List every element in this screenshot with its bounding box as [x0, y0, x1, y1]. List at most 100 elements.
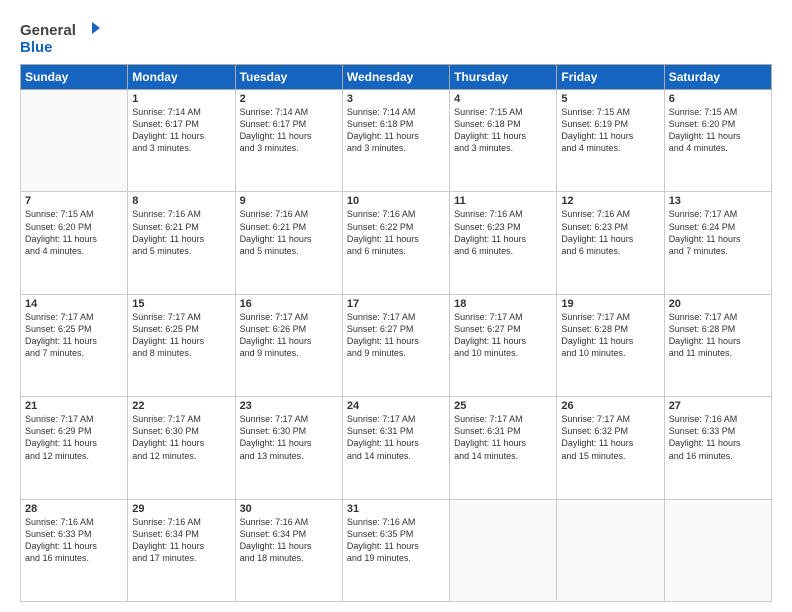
calendar-cell: 22Sunrise: 7:17 AM Sunset: 6:30 PM Dayli…	[128, 397, 235, 499]
calendar-cell: 30Sunrise: 7:16 AM Sunset: 6:34 PM Dayli…	[235, 499, 342, 601]
calendar-week-row: 21Sunrise: 7:17 AM Sunset: 6:29 PM Dayli…	[21, 397, 772, 499]
weekday-header-wednesday: Wednesday	[342, 65, 449, 90]
day-info: Sunrise: 7:16 AM Sunset: 6:33 PM Dayligh…	[669, 413, 767, 462]
day-number: 19	[561, 298, 659, 310]
calendar-cell: 7Sunrise: 7:15 AM Sunset: 6:20 PM Daylig…	[21, 192, 128, 294]
day-number: 6	[669, 93, 767, 105]
day-number: 22	[132, 400, 230, 412]
weekday-header-row: SundayMondayTuesdayWednesdayThursdayFrid…	[21, 65, 772, 90]
day-info: Sunrise: 7:15 AM Sunset: 6:18 PM Dayligh…	[454, 106, 552, 155]
day-info: Sunrise: 7:16 AM Sunset: 6:21 PM Dayligh…	[240, 208, 338, 257]
day-info: Sunrise: 7:16 AM Sunset: 6:22 PM Dayligh…	[347, 208, 445, 257]
page: General Blue SundayMondayTuesdayWednesda…	[0, 0, 792, 612]
day-info: Sunrise: 7:17 AM Sunset: 6:30 PM Dayligh…	[132, 413, 230, 462]
calendar-cell: 11Sunrise: 7:16 AM Sunset: 6:23 PM Dayli…	[450, 192, 557, 294]
day-number: 4	[454, 93, 552, 105]
calendar-body: 1 Sunrise: 7:14 AM Sunset: 6:17 PM Daylig…	[21, 90, 772, 602]
calendar-week-row: 14Sunrise: 7:17 AM Sunset: 6:25 PM Dayli…	[21, 294, 772, 396]
day-number: 9	[240, 195, 338, 207]
day-info: Sunrise: 7:16 AM Sunset: 6:23 PM Dayligh…	[561, 208, 659, 257]
calendar-cell: 28Sunrise: 7:16 AM Sunset: 6:33 PM Dayli…	[21, 499, 128, 601]
calendar-cell: 20Sunrise: 7:17 AM Sunset: 6:28 PM Dayli…	[664, 294, 771, 396]
day-number: 21	[25, 400, 123, 412]
day-number: 30	[240, 503, 338, 515]
day-info: Sunrise: 7:14 AM Sunset: 6:17 PM Dayligh…	[240, 106, 338, 155]
calendar-cell: 12Sunrise: 7:16 AM Sunset: 6:23 PM Dayli…	[557, 192, 664, 294]
day-number: 16	[240, 298, 338, 310]
day-info: Sunrise: 7:16 AM Sunset: 6:23 PM Dayligh…	[454, 208, 552, 257]
calendar-cell	[21, 90, 128, 192]
weekday-header-saturday: Saturday	[664, 65, 771, 90]
calendar-cell: 21Sunrise: 7:17 AM Sunset: 6:29 PM Dayli…	[21, 397, 128, 499]
day-number: 24	[347, 400, 445, 412]
day-info: Sunrise: 7:17 AM Sunset: 6:26 PM Dayligh…	[240, 311, 338, 360]
calendar-cell: 8Sunrise: 7:16 AM Sunset: 6:21 PM Daylig…	[128, 192, 235, 294]
day-number: 2	[240, 93, 338, 105]
day-number: 7	[25, 195, 123, 207]
day-info: Sunrise: 7:17 AM Sunset: 6:31 PM Dayligh…	[454, 413, 552, 462]
day-number: 25	[454, 400, 552, 412]
day-info: Sunrise: 7:16 AM Sunset: 6:21 PM Dayligh…	[132, 208, 230, 257]
day-number: 27	[669, 400, 767, 412]
day-info: Sunrise: 7:16 AM Sunset: 6:35 PM Dayligh…	[347, 516, 445, 565]
calendar-cell: 15Sunrise: 7:17 AM Sunset: 6:25 PM Dayli…	[128, 294, 235, 396]
calendar-cell: 31Sunrise: 7:16 AM Sunset: 6:35 PM Dayli…	[342, 499, 449, 601]
calendar-cell: 14Sunrise: 7:17 AM Sunset: 6:25 PM Dayli…	[21, 294, 128, 396]
calendar-cell	[557, 499, 664, 601]
svg-text:Blue: Blue	[20, 39, 53, 56]
calendar-cell: 1Sunrise: 7:14 AM Sunset: 6:17 PM Daylig…	[128, 90, 235, 192]
calendar-cell: 29Sunrise: 7:16 AM Sunset: 6:34 PM Dayli…	[128, 499, 235, 601]
day-info: Sunrise: 7:17 AM Sunset: 6:28 PM Dayligh…	[561, 311, 659, 360]
weekday-header-monday: Monday	[128, 65, 235, 90]
svg-text:General: General	[20, 22, 76, 39]
header: General Blue	[20, 18, 772, 56]
day-info: Sunrise: 7:17 AM Sunset: 6:27 PM Dayligh…	[347, 311, 445, 360]
calendar-header: SundayMondayTuesdayWednesdayThursdayFrid…	[21, 65, 772, 90]
calendar-cell: 2Sunrise: 7:14 AM Sunset: 6:17 PM Daylig…	[235, 90, 342, 192]
calendar-week-row: 28Sunrise: 7:16 AM Sunset: 6:33 PM Dayli…	[21, 499, 772, 601]
day-info: Sunrise: 7:17 AM Sunset: 6:28 PM Dayligh…	[669, 311, 767, 360]
day-number: 3	[347, 93, 445, 105]
calendar-cell	[450, 499, 557, 601]
calendar-table: SundayMondayTuesdayWednesdayThursdayFrid…	[20, 64, 772, 602]
day-number: 20	[669, 298, 767, 310]
day-number: 15	[132, 298, 230, 310]
day-number: 29	[132, 503, 230, 515]
day-info: Sunrise: 7:17 AM Sunset: 6:24 PM Dayligh…	[669, 208, 767, 257]
calendar-cell: 26Sunrise: 7:17 AM Sunset: 6:32 PM Dayli…	[557, 397, 664, 499]
day-info: Sunrise: 7:15 AM Sunset: 6:20 PM Dayligh…	[25, 208, 123, 257]
calendar-week-row: 7Sunrise: 7:15 AM Sunset: 6:20 PM Daylig…	[21, 192, 772, 294]
calendar-cell: 25Sunrise: 7:17 AM Sunset: 6:31 PM Dayli…	[450, 397, 557, 499]
day-number: 17	[347, 298, 445, 310]
weekday-header-sunday: Sunday	[21, 65, 128, 90]
day-info: Sunrise: 7:17 AM Sunset: 6:32 PM Dayligh…	[561, 413, 659, 462]
calendar-cell: 27Sunrise: 7:16 AM Sunset: 6:33 PM Dayli…	[664, 397, 771, 499]
day-number: 1	[132, 93, 230, 105]
day-number: 31	[347, 503, 445, 515]
day-info: Sunrise: 7:15 AM Sunset: 6:20 PM Dayligh…	[669, 106, 767, 155]
logo-svg: General Blue	[20, 18, 100, 56]
logo: General Blue	[20, 18, 100, 56]
day-number: 12	[561, 195, 659, 207]
calendar-cell: 13Sunrise: 7:17 AM Sunset: 6:24 PM Dayli…	[664, 192, 771, 294]
day-number: 10	[347, 195, 445, 207]
day-info: Sunrise: 7:16 AM Sunset: 6:34 PM Dayligh…	[132, 516, 230, 565]
day-number: 18	[454, 298, 552, 310]
day-info: Sunrise: 7:16 AM Sunset: 6:34 PM Dayligh…	[240, 516, 338, 565]
day-info: Sunrise: 7:16 AM Sunset: 6:33 PM Dayligh…	[25, 516, 123, 565]
day-info: Sunrise: 7:17 AM Sunset: 6:29 PM Dayligh…	[25, 413, 123, 462]
calendar-cell: 9Sunrise: 7:16 AM Sunset: 6:21 PM Daylig…	[235, 192, 342, 294]
day-number: 11	[454, 195, 552, 207]
day-info: Sunrise: 7:17 AM Sunset: 6:31 PM Dayligh…	[347, 413, 445, 462]
calendar-cell: 17Sunrise: 7:17 AM Sunset: 6:27 PM Dayli…	[342, 294, 449, 396]
calendar-cell: 3Sunrise: 7:14 AM Sunset: 6:18 PM Daylig…	[342, 90, 449, 192]
calendar-cell: 23Sunrise: 7:17 AM Sunset: 6:30 PM Dayli…	[235, 397, 342, 499]
day-info: Sunrise: 7:17 AM Sunset: 6:25 PM Dayligh…	[132, 311, 230, 360]
calendar-cell: 24Sunrise: 7:17 AM Sunset: 6:31 PM Dayli…	[342, 397, 449, 499]
weekday-header-thursday: Thursday	[450, 65, 557, 90]
calendar-cell: 10Sunrise: 7:16 AM Sunset: 6:22 PM Dayli…	[342, 192, 449, 294]
calendar-cell: 18Sunrise: 7:17 AM Sunset: 6:27 PM Dayli…	[450, 294, 557, 396]
calendar-cell: 19Sunrise: 7:17 AM Sunset: 6:28 PM Dayli…	[557, 294, 664, 396]
day-number: 13	[669, 195, 767, 207]
day-number: 23	[240, 400, 338, 412]
